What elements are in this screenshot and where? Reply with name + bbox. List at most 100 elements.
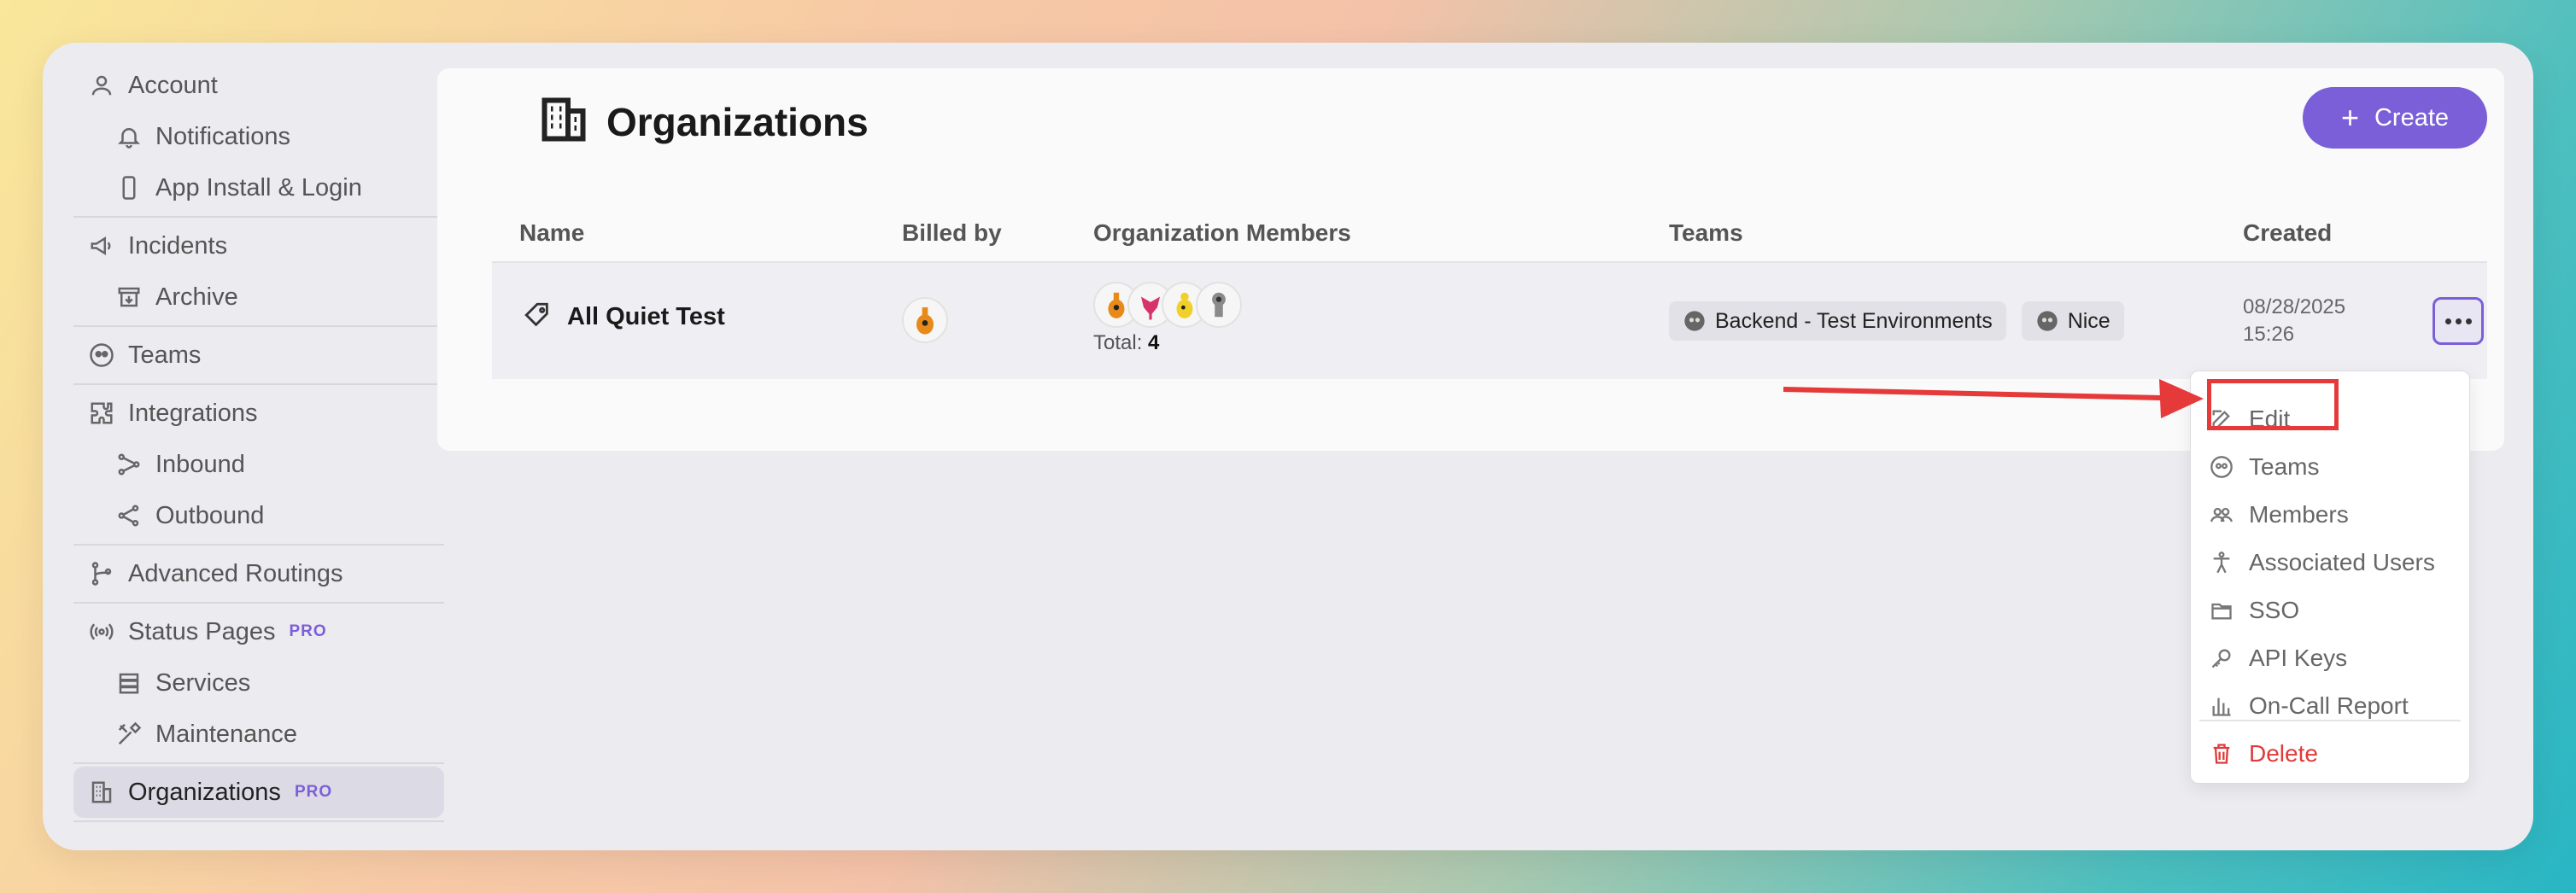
menu-item-api-keys[interactable]: API Keys — [2208, 641, 2347, 675]
page-title: Organizations — [538, 94, 869, 149]
sidebar-item-services[interactable]: Services — [73, 657, 444, 709]
divider — [73, 325, 444, 327]
team-chip[interactable]: Backend - Test Environments — [1669, 301, 2006, 341]
menu-item-label: Teams — [2249, 453, 2320, 480]
sidebar-item-teams[interactable]: Teams — [73, 330, 444, 381]
sidebar-item-account[interactable]: Account — [73, 60, 444, 111]
key-icon — [2208, 645, 2235, 672]
sidebar-item-organizations[interactable]: Organizations PRO — [73, 767, 444, 818]
sidebar-item-inbound[interactable]: Inbound — [73, 439, 444, 490]
table-row[interactable]: All Quiet Test Total: 4 Backend - Test E… — [492, 263, 2487, 379]
divider — [2199, 720, 2461, 721]
sidebar-item-archive[interactable]: Archive — [73, 271, 444, 323]
divider — [73, 602, 444, 604]
menu-item-label: API Keys — [2249, 645, 2348, 671]
created-cell: 08/28/2025 15:26 — [2243, 294, 2345, 348]
server-icon — [114, 668, 143, 697]
sidebar-item-label: Integrations — [128, 399, 258, 427]
edit-icon — [2208, 406, 2235, 433]
sidebar-item-outbound[interactable]: Outbound — [73, 490, 444, 541]
team-chip-label: Nice — [2067, 308, 2111, 333]
trash-icon — [2208, 740, 2235, 768]
divider — [73, 216, 444, 218]
sidebar-item-label: Organizations — [128, 778, 281, 806]
tag-icon — [523, 301, 552, 334]
member-avatars — [1093, 282, 1242, 328]
broadcast-icon — [87, 617, 116, 646]
members-cell: Total: 4 — [1093, 282, 1242, 355]
org-name[interactable]: All Quiet Test — [567, 303, 725, 331]
sidebar-item-label: Advanced Routings — [128, 559, 343, 587]
sidebar-item-maintenance[interactable]: Maintenance — [73, 709, 444, 760]
billed-by-cell — [902, 297, 948, 343]
actions-menu: Edit Teams Members Associated Users SSO … — [2190, 371, 2470, 784]
sidebar-item-label: Outbound — [155, 501, 265, 529]
inbound-icon — [114, 450, 143, 479]
menu-item-label: Associated Users — [2249, 549, 2435, 575]
menu-item-sso[interactable]: SSO — [2208, 593, 2299, 627]
dot — [2465, 318, 2472, 324]
sidebar-item-notifications[interactable]: Notifications — [73, 111, 444, 162]
share-icon — [114, 501, 143, 530]
team-icon — [2208, 453, 2235, 481]
members-total-value: 4 — [1148, 331, 1160, 354]
menu-item-members[interactable]: Members — [2208, 498, 2349, 532]
avatar[interactable] — [902, 297, 948, 343]
app-window: Account Notifications App Install & Logi… — [43, 43, 2533, 850]
menu-item-edit[interactable]: Edit — [2208, 402, 2290, 436]
sidebar-item-label: Services — [155, 668, 251, 697]
folder-icon — [2208, 597, 2235, 624]
menu-item-delete[interactable]: Delete — [2208, 737, 2318, 771]
sidebar-item-advanced-routings[interactable]: Advanced Routings — [73, 548, 444, 599]
divider — [73, 544, 444, 546]
sidebar-item-incidents[interactable]: Incidents — [73, 220, 444, 271]
pro-badge: PRO — [294, 783, 333, 801]
create-button-label: Create — [2374, 103, 2450, 131]
menu-item-teams[interactable]: Teams — [2208, 450, 2319, 484]
sidebar-item-label: Notifications — [155, 122, 290, 150]
building-icon — [87, 778, 116, 807]
create-button[interactable]: + Create — [2303, 87, 2487, 149]
divider — [73, 820, 444, 822]
sidebar-item-label: Inbound — [155, 450, 245, 478]
menu-item-associated-users[interactable]: Associated Users — [2208, 546, 2435, 580]
dot — [2455, 318, 2462, 324]
chart-icon — [2208, 692, 2235, 720]
bell-icon — [114, 122, 143, 151]
tools-icon — [114, 720, 143, 749]
column-header-teams[interactable]: Teams — [1669, 219, 1743, 247]
more-actions-button[interactable] — [2433, 297, 2484, 345]
menu-item-label: Delete — [2249, 740, 2318, 767]
sidebar-item-label: Maintenance — [155, 720, 298, 748]
avatar[interactable] — [1196, 282, 1242, 328]
sidebar-item-label: Teams — [128, 341, 202, 369]
pro-badge: PRO — [289, 622, 327, 640]
column-header-name[interactable]: Name — [519, 219, 584, 247]
sidebar-item-app-install[interactable]: App Install & Login — [73, 162, 444, 213]
column-header-created[interactable]: Created — [2243, 219, 2332, 247]
page-title-text: Organizations — [606, 99, 869, 144]
sidebar-item-integrations[interactable]: Integrations — [73, 388, 444, 439]
teams-cell: Backend - Test Environments Nice — [1669, 301, 2140, 341]
phone-icon — [114, 173, 143, 202]
members-total: Total: 4 — [1093, 331, 1159, 355]
archive-icon — [114, 283, 143, 312]
created-date: 08/28/2025 — [2243, 295, 2346, 318]
table-header: Name Billed by Organization Members Team… — [492, 205, 2487, 263]
column-header-billed-by[interactable]: Billed by — [902, 219, 1002, 247]
column-header-members[interactable]: Organization Members — [1093, 219, 1351, 247]
user-icon — [87, 71, 116, 100]
menu-item-label: On-Call Report — [2249, 692, 2409, 719]
megaphone-icon — [87, 231, 116, 260]
sidebar-item-label: Status Pages — [128, 617, 276, 645]
person-icon — [2208, 549, 2235, 576]
divider — [73, 383, 444, 385]
organizations-table: Name Billed by Organization Members Team… — [492, 205, 2487, 379]
menu-item-on-call-report[interactable]: On-Call Report — [2208, 689, 2409, 723]
building-icon — [538, 94, 589, 149]
sidebar-item-label: Account — [128, 71, 218, 99]
team-chip[interactable]: Nice — [2021, 301, 2124, 341]
sidebar-item-label: Incidents — [128, 231, 228, 260]
menu-item-label: Members — [2249, 501, 2349, 528]
sidebar-item-status-pages[interactable]: Status Pages PRO — [73, 606, 444, 657]
